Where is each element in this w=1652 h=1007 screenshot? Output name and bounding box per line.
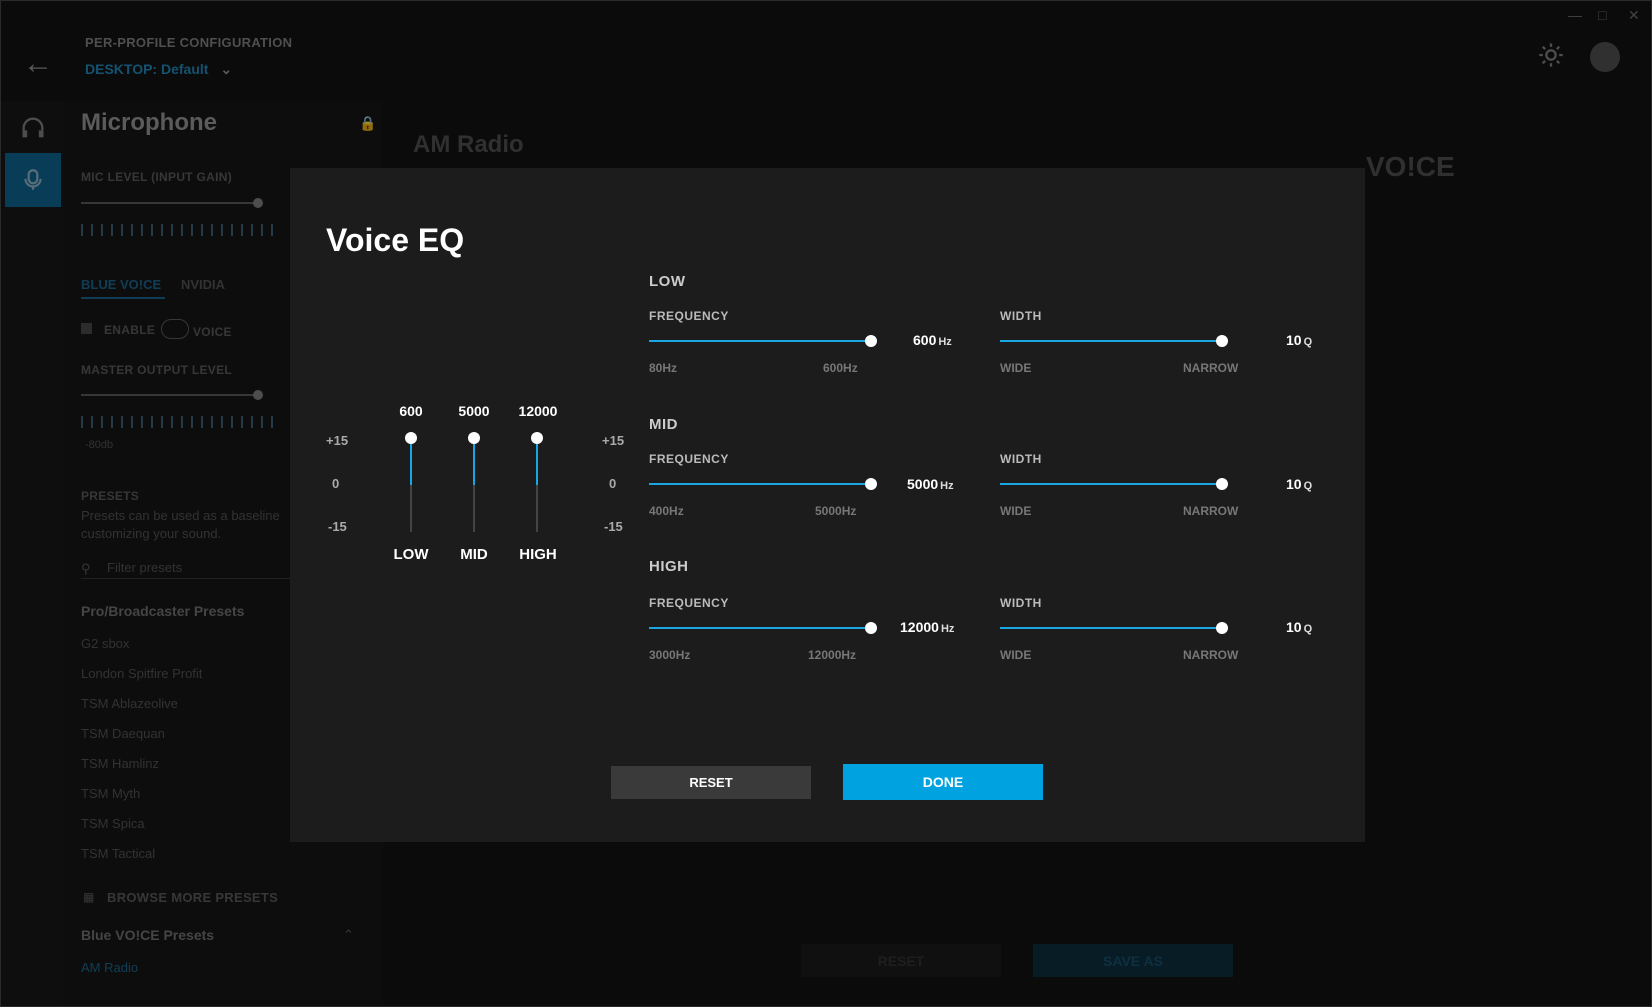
mid-frequency-value: 5000 Hz xyxy=(907,476,954,492)
low-frequency-knob[interactable] xyxy=(865,335,877,347)
app-window: ← PER-PROFILE CONFIGURATION DESKTOP: Def… xyxy=(0,0,1652,1007)
reset-button[interactable]: RESET xyxy=(611,766,811,799)
high-width-min: WIDE xyxy=(1000,648,1032,662)
mid-width-label: WIDTH xyxy=(1000,452,1042,466)
low-width-knob[interactable] xyxy=(1216,335,1228,347)
low-frequency-track[interactable] xyxy=(649,340,871,342)
high-band-label: HIGH xyxy=(519,546,557,563)
mid-section-title: MID xyxy=(649,416,678,433)
high-frequency-min: 3000Hz xyxy=(649,648,691,662)
high-frequency-value: 12000 Hz xyxy=(900,619,954,635)
scale-bottom-right: -15 xyxy=(604,519,623,534)
high-width-number: 10 xyxy=(1286,619,1302,635)
high-width-track[interactable] xyxy=(1000,627,1222,629)
mid-frequency-label: FREQUENCY xyxy=(649,452,729,466)
low-band-value: 600 xyxy=(399,403,423,419)
scale-mid-right: 0 xyxy=(609,476,617,491)
high-frequency-max: 12000Hz xyxy=(808,648,857,662)
high-width-knob[interactable] xyxy=(1216,622,1228,634)
low-width-label: WIDTH xyxy=(1000,309,1042,323)
done-button[interactable]: DONE xyxy=(843,764,1043,800)
low-section-title: LOW xyxy=(649,273,686,290)
scale-bottom-left: -15 xyxy=(328,519,347,534)
mid-width-knob[interactable] xyxy=(1216,478,1228,490)
mid-band-label: MID xyxy=(460,546,488,563)
modal-title: Voice EQ xyxy=(326,222,465,258)
high-gain-knob[interactable] xyxy=(531,432,543,444)
low-width-track[interactable] xyxy=(1000,340,1222,342)
high-gain-fill xyxy=(536,438,538,485)
mid-band-value: 5000 xyxy=(458,403,490,419)
low-width-unit: Q xyxy=(1303,336,1313,348)
mid-width-min: WIDE xyxy=(1000,504,1032,518)
high-section-title: HIGH xyxy=(649,558,689,575)
mid-frequency-number: 5000 xyxy=(907,476,939,492)
high-width-max: NARROW xyxy=(1183,648,1239,662)
mid-gain-knob[interactable] xyxy=(468,432,480,444)
low-width-number: 10 xyxy=(1286,332,1302,348)
low-width-max: NARROW xyxy=(1183,361,1239,375)
high-frequency-number: 12000 xyxy=(900,619,939,635)
mid-width-number: 10 xyxy=(1286,476,1302,492)
mid-width-value: 10 Q xyxy=(1286,476,1312,492)
mid-width-max: NARROW xyxy=(1183,504,1239,518)
low-frequency-value: 600 Hz xyxy=(913,332,952,348)
low-band-label: LOW xyxy=(393,546,429,563)
high-frequency-track[interactable] xyxy=(649,627,871,629)
scale-top-left: +15 xyxy=(326,433,349,448)
high-frequency-unit: Hz xyxy=(940,623,955,635)
low-gain-fill xyxy=(410,438,412,485)
mid-gain-fill xyxy=(473,438,475,485)
high-band-value: 12000 xyxy=(518,403,558,419)
mid-frequency-min: 400Hz xyxy=(649,504,684,518)
high-width-label: WIDTH xyxy=(1000,596,1042,610)
low-frequency-label: FREQUENCY xyxy=(649,309,729,323)
scale-top-right: +15 xyxy=(602,433,625,448)
low-frequency-max: 600Hz xyxy=(823,361,858,375)
low-frequency-unit: Hz xyxy=(938,336,952,348)
high-frequency-label: FREQUENCY xyxy=(649,596,729,610)
low-gain-knob[interactable] xyxy=(405,432,417,444)
mid-width-unit: Q xyxy=(1303,480,1313,492)
voice-eq-modal: Voice EQ +15 0 -15 +15 0 -15 600 LOW 500… xyxy=(290,168,1365,842)
mid-frequency-max: 5000Hz xyxy=(815,504,857,518)
mid-frequency-track[interactable] xyxy=(649,483,871,485)
mid-frequency-unit: Hz xyxy=(940,480,954,492)
high-frequency-knob[interactable] xyxy=(865,622,877,634)
low-frequency-number: 600 xyxy=(913,332,937,348)
high-width-unit: Q xyxy=(1303,623,1313,635)
low-width-value: 10 Q xyxy=(1286,332,1312,348)
low-width-min: WIDE xyxy=(1000,361,1032,375)
scale-mid-left: 0 xyxy=(332,476,340,491)
low-frequency-min: 80Hz xyxy=(649,361,678,375)
high-width-value: 10 Q xyxy=(1286,619,1312,635)
mid-width-track[interactable] xyxy=(1000,483,1222,485)
mid-frequency-knob[interactable] xyxy=(865,478,877,490)
